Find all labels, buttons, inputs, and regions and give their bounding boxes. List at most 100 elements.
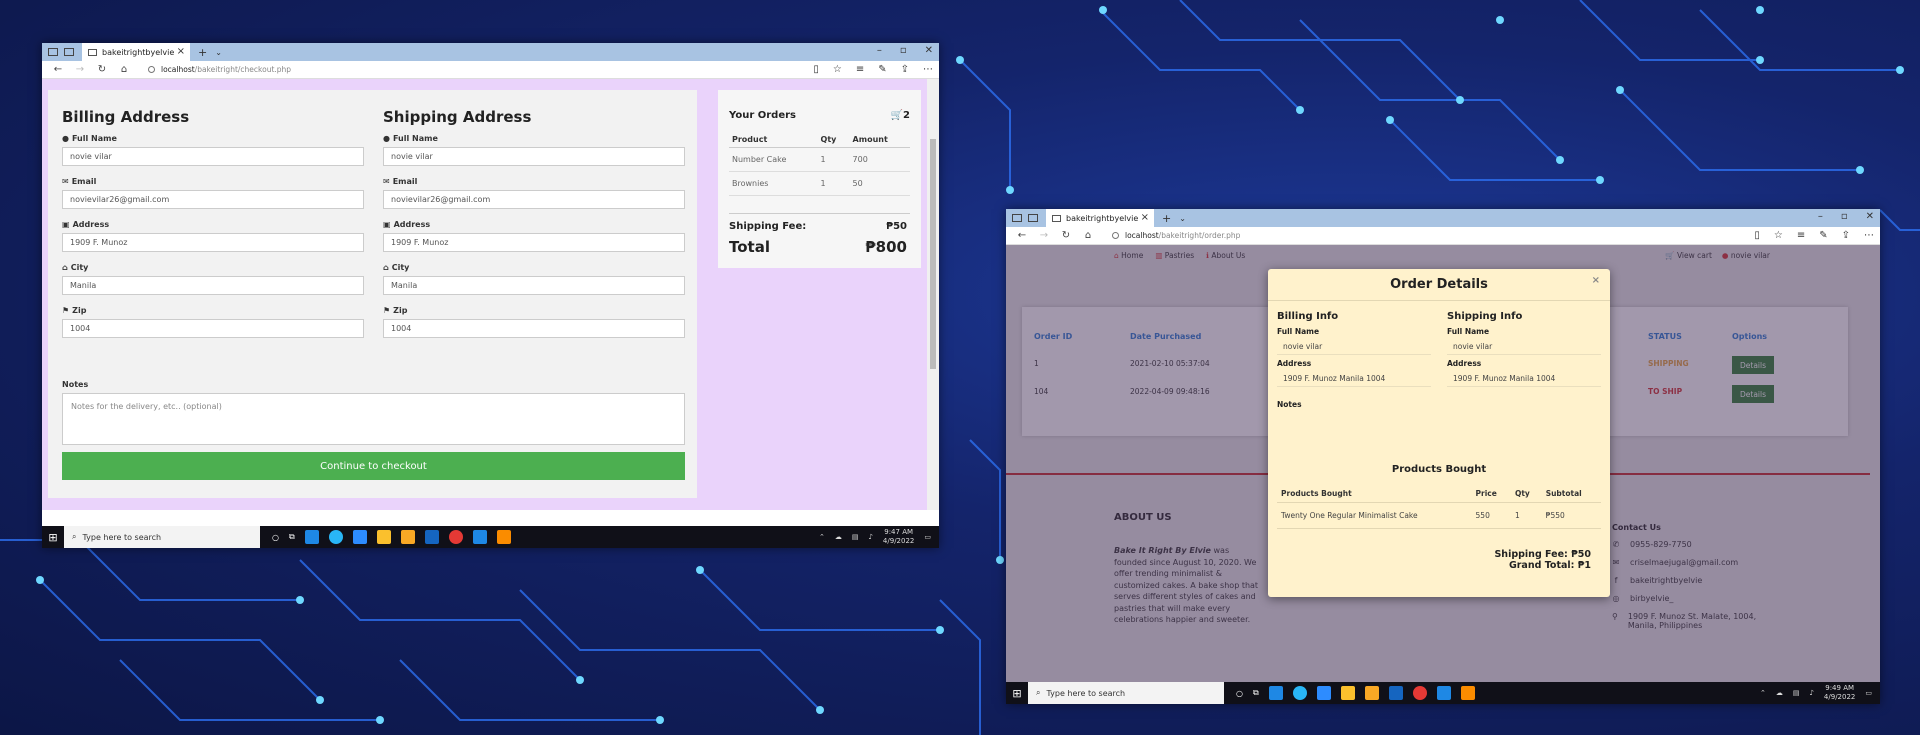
word-icon[interactable] (424, 530, 439, 544)
chevron-down-icon[interactable]: ⌄ (215, 48, 222, 57)
volume-icon[interactable]: ♪ (868, 533, 872, 541)
share-icon[interactable]: ⇪ (1842, 230, 1850, 241)
favorites-hub-icon[interactable]: ≡ (1797, 230, 1805, 241)
new-tab-icon[interactable]: + (1162, 212, 1171, 225)
shipping-city-input[interactable]: Manila (383, 276, 685, 295)
windows-start-icon[interactable]: ⊞ (1006, 687, 1028, 700)
address-label: Address (1277, 359, 1312, 368)
vscode-icon[interactable] (304, 530, 319, 544)
close-window-icon[interactable]: ✕ (1866, 211, 1874, 222)
browser-tab[interactable]: bakeitrightbyelvie × (1046, 209, 1154, 227)
refresh-icon[interactable]: ↻ (96, 64, 108, 75)
share-icon[interactable]: ⇪ (901, 64, 909, 75)
skype-icon[interactable] (1292, 686, 1307, 700)
full-name-label: Full Name (1447, 327, 1490, 336)
notes-textarea[interactable]: Notes for the delivery, etc.. (optional) (62, 393, 685, 445)
word-icon[interactable] (1388, 686, 1403, 700)
pen-icon[interactable]: ✎ (1819, 230, 1827, 241)
chevron-down-icon[interactable]: ⌄ (1179, 214, 1186, 223)
favorite-star-icon[interactable]: ☆ (1774, 230, 1783, 241)
chevron-up-icon[interactable]: ⌃ (819, 533, 825, 541)
favorites-hub-icon[interactable]: ≡ (856, 64, 864, 75)
tab-actions-icon[interactable] (1012, 214, 1022, 222)
taskbar-search[interactable]: ⌕ Type here to search (64, 526, 260, 548)
back-arrow-icon[interactable]: ← (1016, 230, 1028, 241)
reading-view-icon[interactable]: ▯ (1754, 230, 1760, 241)
task-view-icon[interactable]: ⧉ (289, 532, 295, 542)
minimize-icon[interactable]: – (877, 45, 882, 56)
network-icon[interactable]: ▤ (1793, 689, 1800, 697)
chrome-icon[interactable] (1412, 686, 1427, 700)
reading-view-icon[interactable]: ▯ (813, 64, 819, 75)
notifications-icon[interactable]: ▭ (1865, 689, 1872, 697)
more-icon[interactable]: ⋯ (923, 64, 933, 75)
sticky-notes-icon[interactable] (376, 530, 391, 544)
xampp-icon[interactable] (1460, 686, 1475, 700)
set-aside-tabs-icon[interactable] (1028, 214, 1038, 222)
zoom-icon[interactable] (352, 530, 367, 544)
tab-actions-icon[interactable] (48, 48, 58, 56)
set-aside-tabs-icon[interactable] (64, 48, 74, 56)
shipping-address-input[interactable]: 1909 F. Munoz (383, 233, 685, 252)
file-explorer-icon[interactable] (400, 530, 415, 544)
xampp-icon[interactable] (496, 530, 511, 544)
billing-full-name-input[interactable]: novie vilar (62, 147, 364, 166)
skype-icon[interactable] (328, 530, 343, 544)
back-arrow-icon[interactable]: ← (52, 64, 64, 75)
vscode-icon[interactable] (1268, 686, 1283, 700)
zoom-icon[interactable] (1316, 686, 1331, 700)
edge-icon[interactable] (1436, 686, 1451, 700)
chrome-icon[interactable] (448, 530, 463, 544)
close-window-icon[interactable]: ✕ (925, 45, 933, 56)
more-icon[interactable]: ⋯ (1864, 230, 1874, 241)
cortana-icon[interactable]: ○ (272, 533, 279, 542)
taskbar-search[interactable]: ⌕ Type here to search (1028, 682, 1224, 704)
sticky-notes-icon[interactable] (1340, 686, 1355, 700)
maximize-icon[interactable]: ▫ (1841, 211, 1848, 222)
chevron-up-icon[interactable]: ⌃ (1760, 689, 1766, 697)
close-icon[interactable]: × (1592, 275, 1600, 286)
onedrive-icon[interactable]: ☁ (835, 533, 842, 541)
volume-icon[interactable]: ♪ (1809, 689, 1813, 697)
clock[interactable]: 9:49 AM 4/9/2022 (1824, 684, 1855, 702)
close-tab-icon[interactable]: × (177, 46, 185, 57)
network-icon[interactable]: ▤ (852, 533, 859, 541)
subtotal-cell: ₱550 (1541, 502, 1601, 529)
forward-arrow-icon[interactable]: → (74, 64, 86, 75)
minimize-icon[interactable]: – (1818, 211, 1823, 222)
site-info-icon[interactable] (148, 66, 155, 73)
clock[interactable]: 9:47 AM 4/9/2022 (883, 528, 914, 546)
maximize-icon[interactable]: ▫ (900, 45, 907, 56)
notifications-icon[interactable]: ▭ (924, 533, 931, 541)
url-field[interactable]: localhost/bakeitright/checkout.php (148, 65, 291, 74)
file-explorer-icon[interactable] (1364, 686, 1379, 700)
shipping-email-input[interactable]: novievilar26@gmail.com (383, 190, 685, 209)
pen-icon[interactable]: ✎ (878, 64, 886, 75)
billing-city-input[interactable]: Manila (62, 276, 364, 295)
shipping-zip-input[interactable]: 1004 (383, 319, 685, 338)
task-view-icon[interactable]: ⧉ (1253, 688, 1259, 698)
onedrive-icon[interactable]: ☁ (1776, 689, 1783, 697)
shipping-info-heading: Shipping Info (1447, 311, 1523, 322)
billing-zip-input[interactable]: 1004 (62, 319, 364, 338)
home-icon[interactable]: ⌂ (1082, 230, 1094, 241)
refresh-icon[interactable]: ↻ (1060, 230, 1072, 241)
favorite-star-icon[interactable]: ☆ (833, 64, 842, 75)
windows-start-icon[interactable]: ⊞ (42, 531, 64, 544)
close-tab-icon[interactable]: × (1141, 212, 1149, 223)
divider (729, 213, 910, 214)
edge-icon[interactable] (472, 530, 487, 544)
forward-arrow-icon[interactable]: → (1038, 230, 1050, 241)
scrollbar[interactable] (927, 79, 939, 510)
continue-to-checkout-button[interactable]: Continue to checkout (62, 452, 685, 480)
scrollbar-thumb[interactable] (930, 139, 936, 369)
site-info-icon[interactable] (1112, 232, 1119, 239)
url-field[interactable]: localhost/bakeitright/order.php (1112, 231, 1240, 240)
shipping-full-name-input[interactable]: novie vilar (383, 147, 685, 166)
billing-address-input[interactable]: 1909 F. Munoz (62, 233, 364, 252)
home-icon[interactable]: ⌂ (118, 64, 130, 75)
new-tab-icon[interactable]: + (198, 46, 207, 59)
cortana-icon[interactable]: ○ (1236, 689, 1243, 698)
browser-tab[interactable]: bakeitrightbyelvie × (82, 43, 190, 61)
billing-email-input[interactable]: novievilar26@gmail.com (62, 190, 364, 209)
